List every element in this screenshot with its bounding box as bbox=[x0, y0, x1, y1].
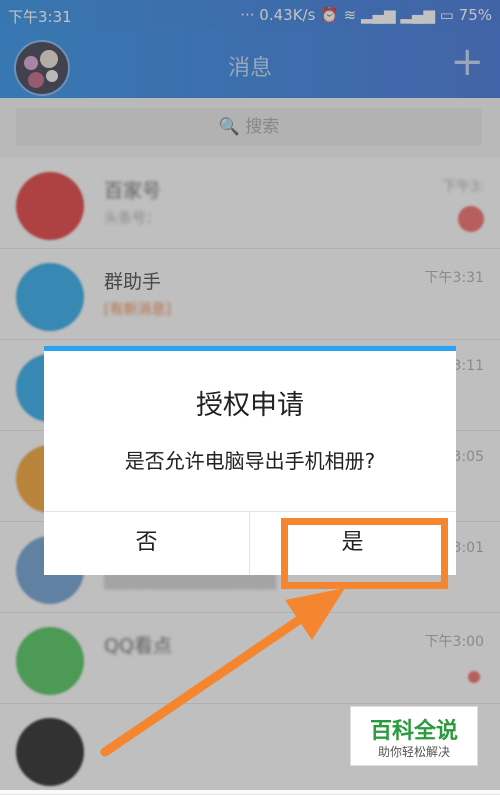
watermark-title: 百科全说 bbox=[369, 719, 458, 744]
watermark-logo: 百科全说 助你轻松解决 bbox=[350, 706, 478, 766]
watermark-subtitle: 助你轻松解决 bbox=[377, 745, 450, 759]
annotation-arrow-icon bbox=[100, 588, 345, 757]
